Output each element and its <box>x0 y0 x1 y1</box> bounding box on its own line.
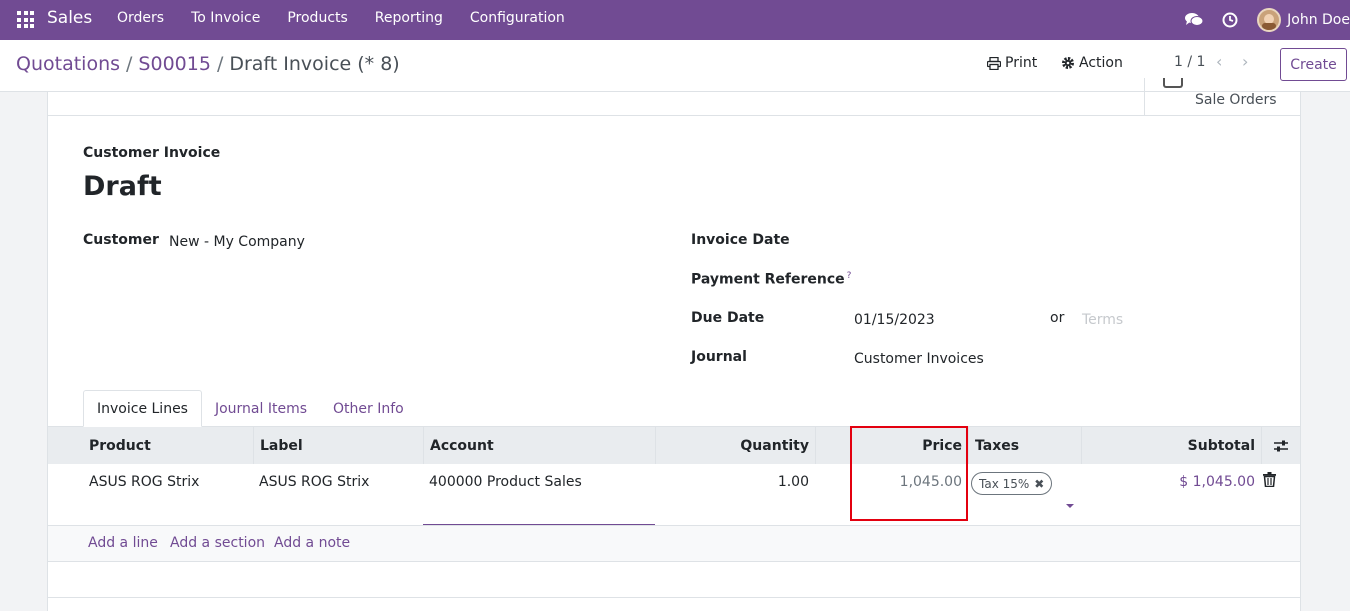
action-label: Action <box>1079 55 1123 71</box>
app-name[interactable]: Sales <box>47 8 92 28</box>
tab-other-info[interactable]: Other Info <box>320 390 417 427</box>
smart-button-box: Sale Orders <box>48 78 1300 116</box>
navbar-right: John Doe <box>1185 0 1350 40</box>
invoice-lines-table: Product Label Account Quantity Price Tax… <box>48 426 1300 598</box>
apps-menu-icon[interactable] <box>17 11 34 28</box>
tab-journal-items[interactable]: Journal Items <box>202 390 320 427</box>
cell-quantity[interactable]: 1.00 <box>655 464 815 500</box>
cell-price[interactable]: 1,045.00 <box>815 464 968 500</box>
breadcrumb-current: Draft Invoice (* 8) <box>229 53 400 75</box>
payment-terms-field[interactable]: Terms <box>1082 312 1123 328</box>
breadcrumb-separator: / <box>216 53 224 75</box>
document-type: Customer Invoice <box>83 145 221 161</box>
menu-item-reporting[interactable]: Reporting <box>375 10 443 26</box>
column-quantity[interactable]: Quantity <box>655 427 815 465</box>
customer-label: Customer <box>83 232 159 248</box>
due-date-field[interactable]: 01/15/2023 <box>854 312 935 328</box>
print-icon <box>987 56 1001 70</box>
column-account[interactable]: Account <box>423 427 655 465</box>
help-icon[interactable]: ? <box>847 271 852 281</box>
column-subtotal[interactable]: Subtotal <box>1081 427 1261 465</box>
menu-item-to-invoice[interactable]: To Invoice <box>191 10 260 26</box>
column-product[interactable]: Product <box>83 427 253 465</box>
column-label[interactable]: Label <box>253 427 423 465</box>
add-a-section-link[interactable]: Add a section <box>170 535 265 551</box>
menu-item-products[interactable]: Products <box>287 10 347 26</box>
sliders-icon <box>1274 440 1288 452</box>
pager-value[interactable]: 1 / 1 <box>1174 54 1205 70</box>
print-button[interactable]: Print <box>987 55 1037 71</box>
cell-label[interactable]: ASUS ROG Strix <box>253 464 423 500</box>
journal-label: Journal <box>691 349 747 365</box>
cell-product[interactable]: ASUS ROG Strix <box>83 464 253 500</box>
user-name[interactable]: John Doe <box>1287 12 1350 28</box>
add-a-note-link[interactable]: Add a note <box>274 535 350 551</box>
add-line-row: Add a line Add a section Add a note <box>48 526 1300 562</box>
taxes-dropdown-caret-icon[interactable] <box>1066 504 1074 508</box>
gear-icon <box>1062 57 1074 69</box>
column-taxes[interactable]: Taxes <box>968 427 1081 465</box>
breadcrumb-quotations[interactable]: Quotations <box>16 53 120 75</box>
notebook-tabs: Invoice Lines Journal Items Other Info <box>83 390 417 427</box>
chat-icon[interactable] <box>1185 11 1204 29</box>
table-header: Product Label Account Quantity Price Tax… <box>48 426 1300 465</box>
tax-tag-label: Tax 15% <box>979 476 1030 491</box>
pager-previous-icon[interactable]: ‹ <box>1216 52 1222 71</box>
invoice-date-label: Invoice Date <box>691 232 790 248</box>
breadcrumb: Quotations / S00015/Draft Invoice (* 8) <box>16 53 400 75</box>
empty-row <box>48 562 1300 598</box>
edit-icon <box>1163 78 1183 88</box>
breadcrumb-order[interactable]: S00015 <box>138 53 211 75</box>
column-price[interactable]: Price <box>815 427 968 465</box>
cell-subtotal: $ 1,045.00 <box>1179 474 1255 490</box>
delete-line-trash-icon[interactable] <box>1263 472 1276 491</box>
table-row[interactable]: ASUS ROG Strix ASUS ROG Strix 400000 Pro… <box>48 464 1300 526</box>
sale-orders-smart-button[interactable]: Sale Orders <box>1144 78 1301 116</box>
account-input-underline <box>423 524 655 525</box>
payment-reference-label: Payment Reference? <box>691 271 851 288</box>
top-navbar: Sales Orders To Invoice Products Reporti… <box>0 0 1350 40</box>
invoice-status-title: Draft <box>83 171 162 202</box>
tax-tag[interactable]: Tax 15% ✖ <box>971 472 1053 495</box>
breadcrumb-separator: / <box>126 53 133 75</box>
print-label: Print <box>1005 55 1038 71</box>
pager-next-icon[interactable]: › <box>1242 52 1248 71</box>
journal-field[interactable]: Customer Invoices <box>854 351 984 367</box>
create-button[interactable]: Create <box>1280 48 1347 81</box>
invoice-form-sheet: Sale Orders Customer Invoice Draft Custo… <box>47 78 1301 611</box>
due-date-label: Due Date <box>691 310 765 326</box>
optional-columns-toggle[interactable] <box>1261 427 1300 465</box>
menu-item-orders[interactable]: Orders <box>117 10 164 26</box>
menu-item-configuration[interactable]: Configuration <box>470 10 565 26</box>
payment-reference-text: Payment Reference <box>691 271 845 288</box>
cell-account[interactable]: 400000 Product Sales <box>423 464 655 500</box>
sale-orders-label: Sale Orders <box>1195 92 1277 108</box>
action-button[interactable]: Action <box>1061 55 1123 71</box>
customer-field[interactable]: New - My Company <box>169 234 305 250</box>
user-avatar[interactable] <box>1257 8 1282 32</box>
remove-tag-icon[interactable]: ✖ <box>1034 477 1044 491</box>
tab-invoice-lines[interactable]: Invoice Lines <box>83 390 202 427</box>
main-menu: Orders To Invoice Products Reporting Con… <box>117 10 592 26</box>
activity-clock-icon[interactable] <box>1221 11 1239 29</box>
or-label: or <box>1050 310 1065 326</box>
add-a-line-link[interactable]: Add a line <box>88 535 158 551</box>
